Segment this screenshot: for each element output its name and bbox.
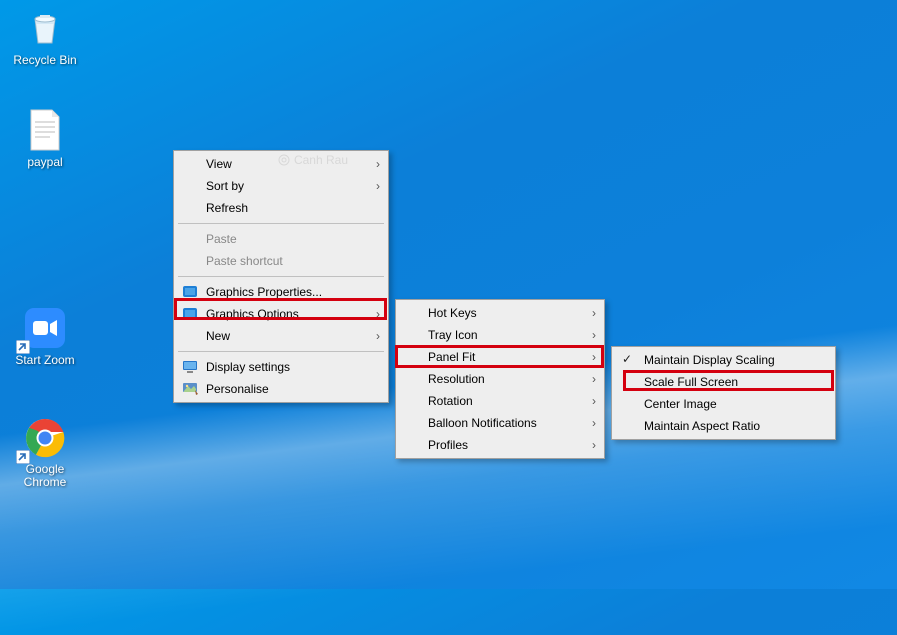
menu-item-refresh[interactable]: Refresh xyxy=(176,197,386,219)
chevron-right-icon: › xyxy=(592,328,596,342)
chevron-right-icon: › xyxy=(592,350,596,364)
menu-label: Maintain Display Scaling xyxy=(644,353,775,367)
shortcut-arrow-icon xyxy=(16,450,30,467)
desktop-icon-chrome[interactable]: Google Chrome xyxy=(8,416,82,489)
chevron-right-icon: › xyxy=(592,438,596,452)
personalise-icon xyxy=(182,381,198,400)
desktop-icon-paypal[interactable]: paypal xyxy=(8,108,82,169)
display-settings-icon xyxy=(182,359,198,378)
menu-item-tray-icon[interactable]: Tray Icon › xyxy=(398,324,602,346)
menu-label: Sort by xyxy=(206,179,244,193)
menu-label: Refresh xyxy=(206,201,248,215)
menu-item-paste: Paste xyxy=(176,228,386,250)
desktop-icon-recycle-bin[interactable]: Recycle Bin xyxy=(8,6,82,67)
menu-label: Personalise xyxy=(206,382,269,396)
menu-item-paste-shortcut: Paste shortcut xyxy=(176,250,386,272)
menu-separator xyxy=(178,276,384,277)
intel-graphics-icon xyxy=(182,306,198,325)
graphics-options-submenu: Hot Keys › Tray Icon › Panel Fit › Resol… xyxy=(395,299,605,459)
menu-item-sort-by[interactable]: Sort by › xyxy=(176,175,386,197)
desktop-context-menu: Canh Rau View › Sort by › Refresh Paste … xyxy=(173,150,389,403)
menu-item-panel-fit[interactable]: Panel Fit › xyxy=(398,346,602,368)
menu-label: Scale Full Screen xyxy=(644,375,738,389)
intel-graphics-icon xyxy=(182,284,198,303)
chevron-right-icon: › xyxy=(376,179,380,193)
menu-item-graphics-options[interactable]: Graphics Options › xyxy=(176,303,386,325)
menu-item-new[interactable]: New › xyxy=(176,325,386,347)
chevron-right-icon: › xyxy=(376,157,380,171)
menu-item-maintain-scaling[interactable]: ✓ Maintain Display Scaling xyxy=(614,349,833,371)
menu-item-view[interactable]: View › xyxy=(176,153,386,175)
menu-label: Paste shortcut xyxy=(206,254,283,268)
recycle-bin-icon xyxy=(23,6,67,50)
menu-label: Balloon Notifications xyxy=(428,416,537,430)
menu-item-graphics-properties[interactable]: Graphics Properties... xyxy=(176,281,386,303)
panel-fit-submenu: ✓ Maintain Display Scaling Scale Full Sc… xyxy=(611,346,836,440)
menu-separator xyxy=(178,351,384,352)
menu-label: Hot Keys xyxy=(428,306,477,320)
chevron-right-icon: › xyxy=(376,307,380,321)
menu-label: Graphics Options xyxy=(206,307,299,321)
desktop-icon-label: paypal xyxy=(8,155,82,169)
menu-item-personalise[interactable]: Personalise xyxy=(176,378,386,400)
menu-item-display-settings[interactable]: Display settings xyxy=(176,356,386,378)
menu-item-balloon-notifications[interactable]: Balloon Notifications › xyxy=(398,412,602,434)
menu-item-aspect-ratio[interactable]: Maintain Aspect Ratio xyxy=(614,415,833,437)
desktop-icon-zoom[interactable]: Start Zoom xyxy=(8,306,82,367)
menu-label: Panel Fit xyxy=(428,350,475,364)
menu-label: View xyxy=(206,157,232,171)
menu-label: Resolution xyxy=(428,372,485,386)
menu-label: Paste xyxy=(206,232,237,246)
chevron-right-icon: › xyxy=(592,306,596,320)
chevron-right-icon: › xyxy=(592,372,596,386)
checkmark-icon: ✓ xyxy=(622,352,632,366)
menu-label: Maintain Aspect Ratio xyxy=(644,419,760,433)
menu-item-center-image[interactable]: Center Image xyxy=(614,393,833,415)
menu-item-scale-full-screen[interactable]: Scale Full Screen xyxy=(614,371,833,393)
text-file-icon xyxy=(23,108,67,152)
shortcut-arrow-icon xyxy=(16,340,30,357)
menu-label: Graphics Properties... xyxy=(206,285,322,299)
chevron-right-icon: › xyxy=(592,416,596,430)
menu-label: Center Image xyxy=(644,397,717,411)
menu-item-hot-keys[interactable]: Hot Keys › xyxy=(398,302,602,324)
menu-label: Tray Icon xyxy=(428,328,478,342)
menu-item-resolution[interactable]: Resolution › xyxy=(398,368,602,390)
chevron-right-icon: › xyxy=(592,394,596,408)
menu-label: New xyxy=(206,329,230,343)
menu-separator xyxy=(178,223,384,224)
menu-label: Rotation xyxy=(428,394,473,408)
menu-label: Display settings xyxy=(206,360,290,374)
desktop-icon-label: Recycle Bin xyxy=(8,53,82,67)
menu-item-profiles[interactable]: Profiles › xyxy=(398,434,602,456)
menu-item-rotation[interactable]: Rotation › xyxy=(398,390,602,412)
chevron-right-icon: › xyxy=(376,329,380,343)
menu-label: Profiles xyxy=(428,438,468,452)
